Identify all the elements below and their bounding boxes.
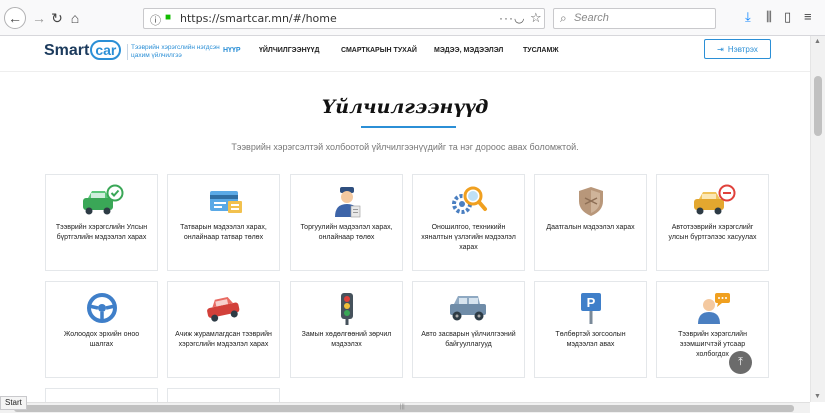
police-officer-icon (291, 183, 402, 219)
home-icon[interactable]: ⌂ (65, 8, 85, 28)
service-card-label: Жолоодох эрхийн оноо шалгах (63, 331, 140, 348)
search-input[interactable]: ⌕ Search (553, 8, 716, 29)
login-icon: ⇥ (717, 44, 724, 54)
service-card-label: Даатгалын мэдээлэл харах (546, 224, 635, 231)
nav-help[interactable]: ТУСЛАМЖ (523, 47, 559, 54)
status-text: Start (0, 396, 27, 410)
service-card-label: Автотээврийн хэрэгслийг улсын бүртгэлээс… (668, 224, 757, 241)
login-button[interactable]: ⇥ Нэвтрэх (704, 39, 771, 59)
address-bar[interactable]: ⓘ ■ https://smartcar.mn/#/home ··· ◡ ☆ (143, 8, 545, 29)
service-card[interactable]: Замын хөдөлгөөний зөрчил мэдээлэх (290, 281, 403, 378)
service-card-label: Татварын мэдээлэл харах, онлайнаар татва… (180, 224, 267, 241)
service-card[interactable]: Тээврийн хэрэгслийн Улсын бүртгэлийн мэд… (45, 174, 158, 271)
scroll-up-icon[interactable]: ▲ (814, 38, 821, 45)
logo-car: car (90, 40, 122, 60)
steering-wheel-icon (46, 290, 157, 326)
service-card[interactable] (45, 388, 158, 402)
arrow-up-icon: ⤒ (738, 356, 743, 368)
logo-text: Smart (44, 42, 90, 59)
url-text[interactable]: https://smartcar.mn/#/home (180, 12, 337, 25)
logo[interactable]: Smart car (44, 40, 122, 60)
reload-icon[interactable]: ↻ (47, 8, 67, 28)
service-card[interactable]: Оношилгоо, техникийн хяналтын үзлэгийн м… (412, 174, 525, 271)
traffic-light-icon (291, 290, 402, 326)
section-title: Үйлчилгээнүүд (321, 96, 489, 118)
site-header: Smart car Тээврийн хэрэгслийн нэгдсэн цах… (0, 36, 810, 72)
service-card-label: Тээврийн хэрэгслийн Улсын бүртгэлийн мэд… (55, 224, 148, 241)
insurance-shield-icon (535, 183, 646, 219)
tax-card-icon (168, 183, 279, 219)
tagline: Тээврийн хэрэгслийн нэгдсэн цахим үйлчил… (127, 44, 227, 60)
nav-about[interactable]: СМАРТКАРЫН ТУХАЙ (341, 47, 417, 54)
service-card[interactable]: Даатгалын мэдээлэл харах (534, 174, 647, 271)
svg-text:P: P (586, 295, 595, 310)
inspection-magnifier-icon (413, 183, 524, 219)
page-actions-icon[interactable]: ··· (499, 11, 514, 25)
service-card[interactable]: Тээврийн хэрэгслийн эзэмшигчтэй утсаар х… (656, 281, 769, 378)
service-card[interactable]: Автотээврийн хэрэгслийг улсын бүртгэлээс… (656, 174, 769, 271)
service-card-label: Замын хөдөлгөөний зөрчил мэдээлэх (301, 331, 392, 348)
service-card-label: Ачиж журамлагдсан тээврийн хэрэгслийн мэ… (175, 331, 272, 348)
scrollbar-thumb[interactable] (814, 76, 822, 136)
title-underline (361, 126, 456, 128)
nav-news[interactable]: МЭДЭЭ, МЭДЭЭЛЭЛ (434, 47, 503, 54)
vertical-scrollbar[interactable]: ▲ ▼ (810, 36, 825, 402)
towed-car-icon (168, 290, 279, 326)
jeep-repair-icon (413, 290, 524, 326)
service-card[interactable]: Ачиж журамлагдсан тээврийн хэрэгслийн мэ… (167, 281, 280, 378)
service-card-label: Оношилгоо, техникийн хяналтын үзлэгийн м… (421, 224, 516, 251)
service-card[interactable]: Авто засварын үйлчилгээний байгууллагууд (412, 281, 525, 378)
service-card-label: Торгуулийн мэдээлэл харах, онлайнаар төл… (300, 224, 393, 241)
owner-chat-icon (657, 290, 768, 326)
library-icon[interactable]: ⫼ (766, 9, 772, 25)
service-card[interactable]: P Төлбөртэй зогсоолын мэдээлэл авах (534, 281, 647, 378)
parking-sign-icon: P (535, 290, 646, 326)
section-subtitle: Тээврийн хэрэгсэлтэй холбоотой үйлчилгээ… (231, 142, 579, 152)
back-arrow-icon[interactable]: ← (4, 7, 26, 29)
service-card[interactable] (167, 388, 280, 402)
pocket-icon[interactable]: ◡ (514, 11, 524, 25)
service-card[interactable]: Жолоодох эрхийн оноо шалгах (45, 281, 158, 378)
nav-home[interactable]: НҮҮР (223, 47, 241, 54)
car-remove-icon (657, 183, 768, 219)
sidebar-icon[interactable]: ▯ (784, 9, 791, 25)
scroll-down-icon[interactable]: ▼ (814, 393, 821, 400)
service-card[interactable]: Татварын мэдээлэл харах, онлайнаар татва… (167, 174, 280, 271)
login-label: Нэвтрэх (727, 44, 758, 54)
search-placeholder: Search (574, 12, 609, 24)
service-card-label: Төлбөртэй зогсоолын мэдээлэл авах (555, 331, 626, 348)
service-card-label: Авто засварын үйлчилгээний байгууллагууд (421, 331, 516, 348)
download-icon[interactable]: ⤓ (745, 9, 751, 25)
bookmark-star-icon[interactable]: ☆ (530, 10, 542, 26)
hamburger-menu-icon[interactable]: ≡ (804, 9, 812, 24)
search-icon: ⌕ (560, 11, 567, 25)
forward-arrow-icon[interactable]: → (29, 8, 49, 28)
scroll-grip-icon: ||| (400, 404, 405, 410)
browser-toolbar: ← → ↻ ⌂ ⓘ ■ https://smartcar.mn/#/home ·… (0, 0, 825, 36)
service-card[interactable]: Торгуулийн мэдээлэл харах, онлайнаар төл… (290, 174, 403, 271)
info-icon[interactable]: ⓘ (150, 12, 161, 28)
nav-services[interactable]: ҮЙЛЧИЛГЭЭНҮҮД (259, 47, 319, 54)
car-check-icon (46, 183, 157, 219)
lock-icon[interactable]: ■ (165, 12, 171, 23)
horizontal-scrollbar[interactable]: ||| (0, 402, 810, 413)
back-to-top-button[interactable]: ⤒ (729, 351, 752, 374)
